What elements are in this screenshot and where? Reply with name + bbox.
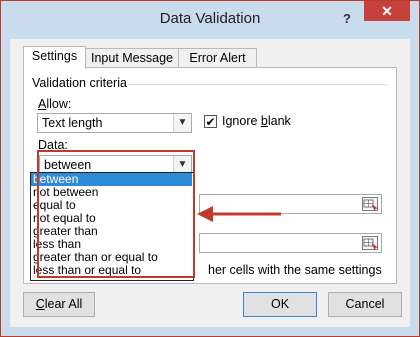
close-icon: ✕ [381,3,393,19]
allow-value: Text length [42,116,103,130]
allow-label: Allow: [38,97,72,111]
group-divider [128,84,388,85]
tab-label: Settings [31,49,78,63]
data-label: Data: [38,138,68,152]
tab-input-message[interactable]: Input Message [84,48,180,68]
data-validation-dialog: Data Validation ? ✕ Settings Input Messa… [0,0,420,337]
data-value: between [44,158,92,172]
allow-select[interactable]: Text length ▼ [37,113,192,133]
checkmark-icon: ✔ [205,115,216,129]
tab-error-alert[interactable]: Error Alert [178,48,257,68]
ok-button[interactable]: OK [243,292,317,317]
annotation-arrow-icon [197,206,281,222]
cancel-button[interactable]: Cancel [328,292,402,317]
close-button[interactable]: ✕ [364,1,410,21]
tab-label: Input Message [91,51,173,65]
validation-criteria-heading: Validation criteria [32,76,127,90]
dropdown-option[interactable]: less than or equal to [31,264,192,277]
title-bar[interactable]: Data Validation ? ✕ [1,1,419,39]
help-button[interactable]: ? [335,9,359,29]
chevron-down-icon[interactable]: ▼ [173,114,191,132]
clear-all-button[interactable]: Clear All [23,292,95,317]
range-selector-icon[interactable] [362,197,378,211]
range-selector-icon[interactable] [362,236,378,250]
tab-label: Error Alert [189,51,246,65]
apply-all-label[interactable]: her cells with the same settings [208,263,382,277]
ignore-blank-label[interactable]: Ignore blank [222,114,291,128]
data-dropdown-list[interactable]: between not between equal to not equal t… [30,172,194,281]
tab-settings[interactable]: Settings [23,46,86,69]
ignore-blank-checkbox[interactable]: ✔ [204,115,217,128]
maximum-input[interactable] [199,233,382,253]
